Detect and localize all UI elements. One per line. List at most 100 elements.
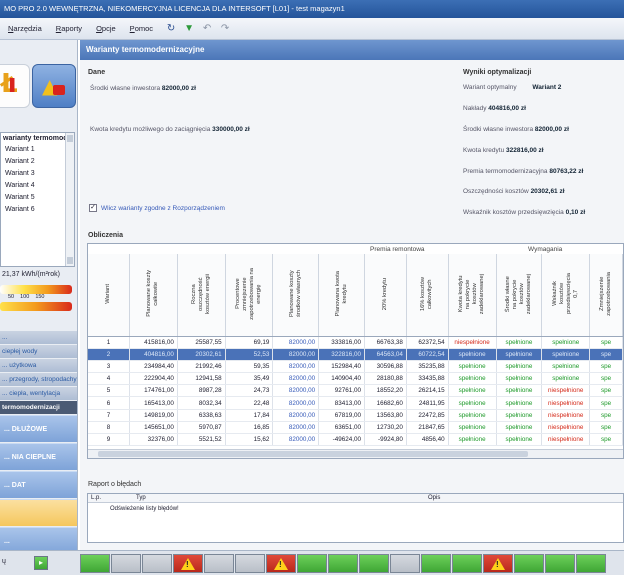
- column-header[interactable]: Procentowe zmniejszenie zapotrzebowania …: [225, 254, 274, 337]
- include-variants-checkbox[interactable]: ✓: [89, 204, 97, 212]
- wyniki-label: Wyniki optymalizacji: [463, 69, 532, 76]
- nav-section-2[interactable]: ... NIA CIEPLNE: [0, 443, 77, 470]
- menu-pomoc[interactable]: Pomoc: [130, 24, 153, 33]
- variants-list[interactable]: warianty termomode Wariant 1 Wariant 2 W…: [0, 132, 75, 267]
- column-header[interactable]: Planowane koszty środków własnych: [272, 254, 320, 337]
- table-cell: 30596,88: [364, 360, 407, 374]
- include-variants-label[interactable]: Wlicz warianty zgodne z Rozporządzeniem: [101, 205, 225, 212]
- variants-list-scrollbar[interactable]: [65, 133, 74, 266]
- table-cell: spełnione: [448, 384, 497, 398]
- column-header[interactable]: Roczna oszczędność kosztów energii: [177, 254, 226, 337]
- column-header[interactable]: Środki własne na pokrycie kosztów zadekl…: [496, 254, 543, 337]
- module-logo[interactable]: ▲: [32, 64, 76, 108]
- nav-item-usage[interactable]: ... użytkowa: [0, 359, 77, 372]
- table-cell: -9924,80: [364, 433, 407, 447]
- nav-item-partitions[interactable]: ... przegrody, stropodachy: [0, 373, 77, 386]
- column-header[interactable]: Wskaźnik kosztów przedsięwzięcia 0,7: [541, 254, 591, 337]
- menu-narzedzia[interactable]: Narzędzia: [8, 24, 42, 33]
- status-tile[interactable]: [266, 554, 296, 573]
- menu-opcje[interactable]: Opcje: [96, 24, 116, 33]
- refresh-icon[interactable]: ↻: [165, 23, 177, 35]
- nav-item-thermomodernization[interactable]: termomodernizacji: [0, 401, 77, 414]
- credit-label: Kwota kredytu możliwego do zaciągnięcia: [90, 126, 211, 133]
- table-cell: 82000,00: [272, 421, 320, 435]
- nav-item-ventilation[interactable]: ... ciepła, wentylacja: [0, 387, 77, 400]
- col-typ[interactable]: Typ: [136, 495, 146, 501]
- status-tile[interactable]: [514, 554, 544, 573]
- table-horizontal-scrollbar[interactable]: [88, 449, 623, 458]
- table-cell: 82000,00: [272, 348, 320, 361]
- table-row[interactable]: 7 149819,00 6338,63 17,84 82000,00 67819,00 13…: [88, 409, 623, 422]
- col-lp[interactable]: L.p.: [91, 495, 101, 501]
- table-row[interactable]: 9 32376,00 5521,52 15,62 82000,00 -49624,00 -9…: [88, 433, 623, 447]
- status-bar: ų ▸: [0, 550, 624, 575]
- optimal-row: Wariant optymalny Wariant 2: [463, 84, 561, 91]
- status-tile[interactable]: [421, 554, 451, 573]
- table-cell: 9: [88, 433, 131, 447]
- undo-icon[interactable]: ↶: [201, 23, 213, 35]
- variant-item[interactable]: Wariant 4: [1, 180, 74, 192]
- nav-section-4[interactable]: [0, 499, 77, 526]
- status-tile[interactable]: [111, 554, 141, 573]
- table-row[interactable]: 3 234984,40 21992,46 59,35 82000,00 152984,40…: [88, 360, 623, 374]
- column-header[interactable]: Wariant: [88, 254, 131, 337]
- col-opis[interactable]: Opis: [428, 495, 440, 501]
- column-header[interactable]: Planowane koszty całkowite: [129, 254, 178, 337]
- status-tile[interactable]: [80, 554, 110, 573]
- credit-value[interactable]: 330000,00 zł: [212, 126, 250, 133]
- column-header[interactable]: Kwota kredytu na pokrycie kosztów zadekl…: [448, 254, 497, 337]
- premium-row: Premia termomodernizacyjna 80763,22 zł: [463, 168, 583, 175]
- status-tile[interactable]: [359, 554, 389, 573]
- column-header[interactable]: Planowana kwota kredytu: [318, 254, 365, 337]
- status-tile[interactable]: [297, 554, 327, 573]
- status-tile[interactable]: [483, 554, 513, 573]
- table-row[interactable]: 8 145651,00 5970,87 16,85 82000,00 63651,00 12…: [88, 421, 623, 435]
- calculations-table[interactable]: Premia remontowa Wymagania Wariant Plano…: [87, 243, 624, 459]
- app-logo[interactable]: Łı: [0, 64, 30, 108]
- table-scroll-thumb[interactable]: [98, 451, 528, 457]
- status-tile[interactable]: [576, 554, 606, 573]
- status-tile[interactable]: [390, 554, 420, 573]
- variants-list-header: warianty termomode: [3, 135, 72, 142]
- column-header[interactable]: 20% kredytu: [364, 254, 407, 337]
- filter-icon[interactable]: ▼: [183, 23, 195, 35]
- table-cell: 1: [88, 336, 131, 349]
- status-tile[interactable]: [235, 554, 265, 573]
- redo-icon[interactable]: ↷: [219, 23, 231, 35]
- status-tile[interactable]: [545, 554, 575, 573]
- variant-item[interactable]: Wariant 1: [1, 144, 74, 156]
- error-report[interactable]: L.p. Typ Opis Odświeżenie listy błędów!: [87, 493, 624, 543]
- status-tile[interactable]: [452, 554, 482, 573]
- status-tile[interactable]: [204, 554, 234, 573]
- sidebar-nav: ... ciepłej wody ... użytkowa ... przegr…: [0, 331, 77, 550]
- table-cell: 24811,95: [406, 396, 449, 410]
- table-cell: 59,35: [225, 360, 274, 374]
- status-tile[interactable]: [142, 554, 172, 573]
- status-go-button[interactable]: ▸: [34, 556, 48, 570]
- variant-item[interactable]: Wariant 2: [1, 156, 74, 168]
- ratio-row: Wskaźnik kosztów przedsięwzięcia 0,10 zł: [463, 209, 585, 216]
- column-header[interactable]: Zmniejszenie zapotrzebowania: [589, 254, 623, 337]
- table-row[interactable]: 2 404816,00 20302,61 52,53 82000,00 322816,00…: [88, 348, 623, 361]
- nav-section-1[interactable]: ... DŁUŻOWE: [0, 415, 77, 442]
- variant-item[interactable]: Wariant 3: [1, 168, 74, 180]
- table-row[interactable]: 4 222904,40 12941,58 35,49 82000,00 140904,40…: [88, 372, 623, 386]
- menu-raporty[interactable]: Raporty: [56, 24, 82, 33]
- table-row[interactable]: 6 165413,00 8032,34 22,48 82000,00 83413,00 16…: [88, 396, 623, 410]
- table-cell: 16,85: [225, 421, 274, 435]
- variant-item[interactable]: Wariant 5: [1, 192, 74, 204]
- own-funds-value[interactable]: 82000,00 zł: [162, 85, 196, 92]
- table-cell: 13563,80: [364, 409, 407, 422]
- status-tile[interactable]: [328, 554, 358, 573]
- nav-item-1[interactable]: ...: [0, 331, 77, 344]
- table-row[interactable]: 1 415816,00 25587,55 69,19 82000,00 333816,00…: [88, 336, 623, 349]
- column-header[interactable]: 16% kosztów całkowitych: [406, 254, 449, 337]
- nav-section-5[interactable]: ...: [0, 527, 77, 550]
- table-row[interactable]: 5 174761,00 8987,28 24,73 82000,00 92761,00 18…: [88, 384, 623, 398]
- nav-item-hot-water[interactable]: ciepłej wody: [0, 345, 77, 358]
- status-tile[interactable]: [173, 554, 203, 573]
- nav-section-3[interactable]: ... DAT: [0, 471, 77, 498]
- table-cell: 24,73: [225, 384, 274, 398]
- table-cell: spe: [589, 409, 623, 422]
- variant-item[interactable]: Wariant 6: [1, 204, 74, 216]
